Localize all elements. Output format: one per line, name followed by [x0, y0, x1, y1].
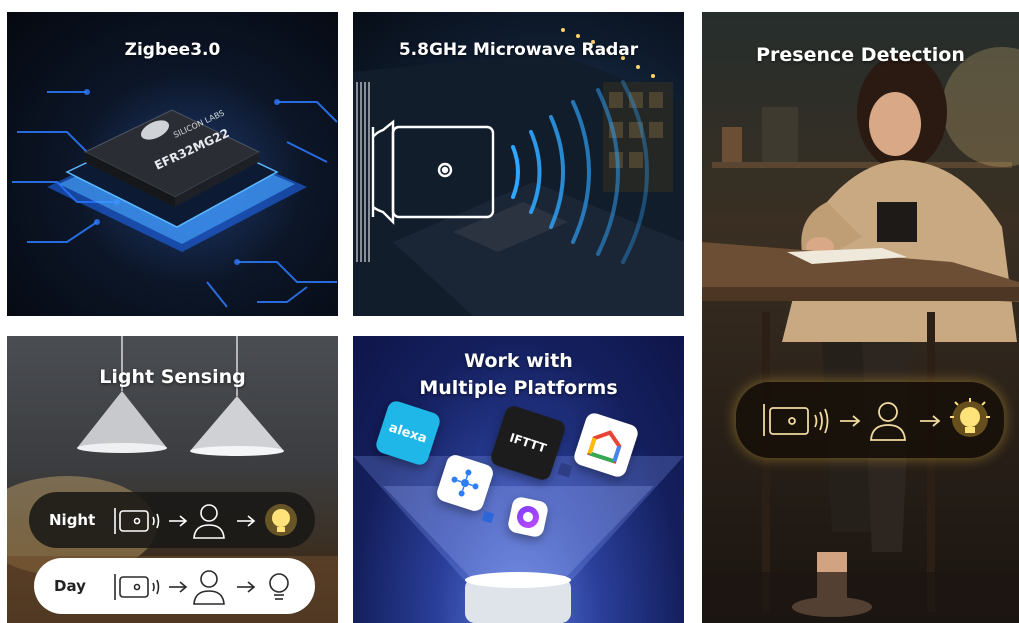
zigbee-title: Zigbee3.0 [124, 40, 221, 60]
platforms-title: Work with Multiple Platforms [353, 348, 684, 402]
arrow-right-icon [237, 515, 256, 527]
radar-wave-icon [152, 579, 160, 595]
arrow-right-icon [237, 581, 256, 593]
light-sensing-tile: Light Sensing Night Day [7, 336, 338, 623]
person-icon [193, 570, 225, 605]
night-flow-diagram [114, 504, 297, 539]
arrow-right-icon [169, 515, 188, 527]
platforms-title-line1: Work with [464, 350, 573, 372]
ifttt-label: IFTTT [507, 430, 549, 456]
arrow-right-icon [920, 415, 941, 427]
presence-scene-illustration [702, 47, 1019, 623]
person-icon [870, 402, 906, 441]
sensor-device-icon [114, 574, 149, 600]
zigbee-tile: SILICON LABS EFR32MG22 Zigbee3.0 [7, 12, 338, 316]
radar-wave-icon [152, 513, 160, 529]
day-flow-diagram [114, 570, 289, 605]
radar-tile: 5.8GHz Microwave Radar [353, 12, 684, 316]
day-mode-pill: Day [34, 558, 315, 614]
night-mode-pill: Night [29, 492, 315, 548]
sensor-device-icon [114, 508, 149, 534]
night-label: Night [49, 511, 96, 529]
platforms-title-line2: Multiple Platforms [419, 377, 618, 399]
radar-wave-icon [814, 408, 829, 434]
presence-title: Presence Detection [756, 44, 965, 66]
assistant-ring-icon [514, 503, 542, 531]
light-bulb-icon [269, 573, 289, 600]
light-bulb-icon [950, 398, 990, 437]
arrow-right-icon [840, 415, 861, 427]
hub-network-icon [451, 469, 479, 497]
radar-title: 5.8GHz Microwave Radar [398, 40, 639, 60]
sensor-device-icon [763, 404, 809, 436]
presence-flow-pill [736, 382, 1004, 458]
person-icon [193, 504, 225, 539]
presence-tile: Presence Detection [702, 12, 1019, 623]
light-bulb-icon [265, 504, 297, 536]
google-home-icon [587, 430, 622, 464]
presence-flow-diagram [763, 398, 990, 441]
alexa-label: alexa [387, 419, 429, 447]
platforms-tile: Work with Multiple Platforms alexa IFTTT [353, 336, 684, 623]
light-sensing-title: Light Sensing [99, 366, 246, 388]
day-label: Day [54, 577, 86, 595]
arrow-right-icon [169, 581, 188, 593]
